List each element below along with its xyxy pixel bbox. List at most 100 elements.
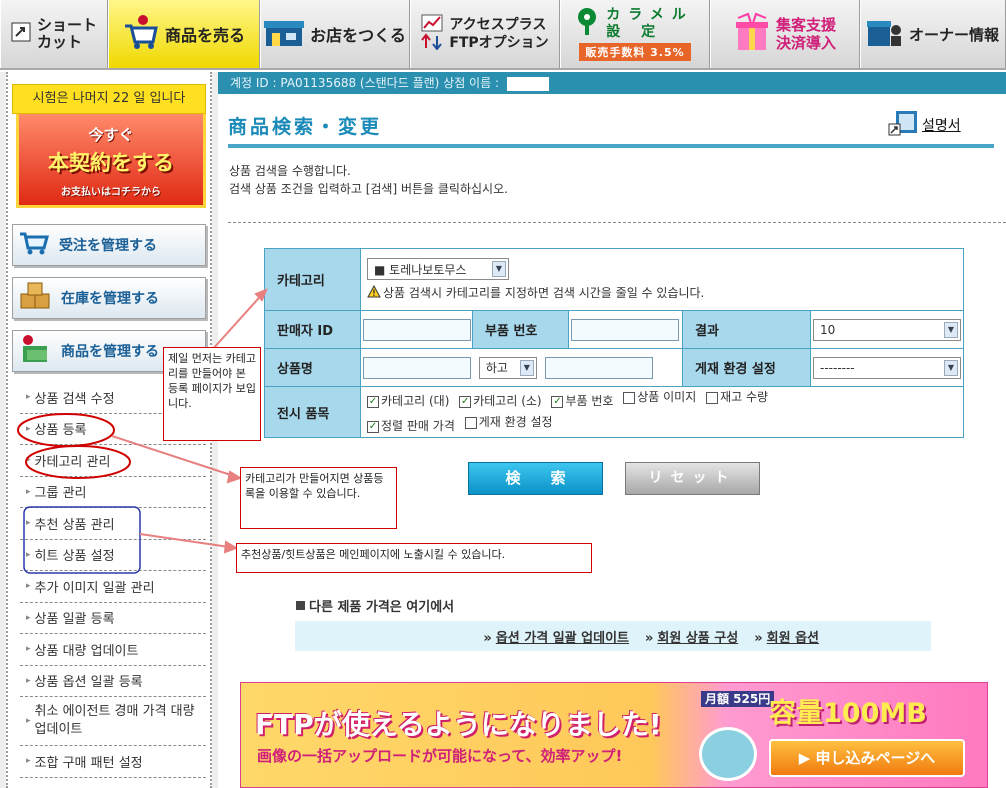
product-name-input-2[interactable] <box>544 356 653 379</box>
banner-capacity: 容量100MB <box>769 698 927 729</box>
page-title: 商品検索・変更 <box>228 116 383 138</box>
sidebar-item-bulk-register[interactable]: 상품 일괄 등록 <box>20 603 206 634</box>
category-warning-text: 상품 검색시 카테고리를 지정하면 검색 시간을 줄일 수 있습니다. <box>383 286 705 300</box>
title-underline <box>228 144 994 148</box>
banner-price: 月額 525円 <box>701 691 775 707</box>
nav-caramel-settings[interactable]: カラメル 設 定 販売手数料 3.5% <box>560 0 710 68</box>
checkbox-sort-price[interactable]: ✓ 정렬 판매 가격 <box>367 416 455 437</box>
sidebar-item-bulk-options[interactable]: 상품 옵션 일괄 등록 <box>20 666 206 697</box>
other-prices-title: 다른 제품 가격은 여기에서 <box>309 600 455 615</box>
nav-ftp-line2: FTPオプション <box>449 35 549 51</box>
link-member-product[interactable]: 회원 상품 구성 <box>645 627 738 646</box>
search-button[interactable]: 検索 <box>468 462 603 495</box>
checkbox-listing-env[interactable]: 게재 환경 설정 <box>464 412 553 433</box>
product-name-label: 상품명 <box>264 348 361 387</box>
sidebar-item-hit-product-settings[interactable]: 히트 상품 설정 <box>20 540 206 571</box>
annotation-recommended: 추천상품/힛트상품은 메인페이지에 노출시킬 수 있습니다. <box>236 543 592 573</box>
nav-build-shop[interactable]: お店をつくる <box>260 0 410 68</box>
seller-id-label: 판매자 ID <box>264 310 361 349</box>
storefront-icon <box>264 17 305 51</box>
owner-store-icon <box>866 16 903 52</box>
gift-box-icon <box>734 12 770 56</box>
checkbox-category-large[interactable]: ✓ 카테고리 (대) <box>367 391 449 412</box>
sidebar-item-recommended-manage[interactable]: 추천 상품 관리 <box>20 508 206 540</box>
contract-line3: お支払いはコチラから <box>61 187 161 198</box>
manage-stock-button[interactable]: 在庫を管理する <box>12 277 206 319</box>
nav-sell-products[interactable]: 商品を売る <box>108 0 260 68</box>
nav-owner-info[interactable]: オーナー情報 <box>860 0 1006 68</box>
category-label: 카테고리 <box>264 248 361 311</box>
annotation-product-register: 카테고리가 만들어지면 상품등록을 이용할 수 있습니다. <box>240 467 397 529</box>
part-number-input[interactable] <box>571 318 679 341</box>
and-or-select-value: 하고 <box>485 361 508 375</box>
nav-shop-label: お店をつくる <box>310 26 406 45</box>
results-select[interactable]: 10 ▼ <box>813 318 961 341</box>
manage-orders-button[interactable]: 受注を管理する <box>12 224 206 266</box>
link-option-price-update[interactable]: 옵션 가격 일괄 업데이트 <box>483 627 629 646</box>
sidebar-item-mass-update[interactable]: 상품 대량 업데이트 <box>20 634 206 666</box>
account-info: 계정 ID : PA01135688 (스탠다드 플랜) 상점 이름 : <box>230 76 499 90</box>
category-select-value: ■ 토레나보토무스 <box>374 262 467 277</box>
arrowhead-note2 <box>226 470 243 484</box>
nav-shortcut-line2: カット <box>36 33 82 51</box>
checkbox-product-image[interactable]: 상품 이미지 <box>623 387 696 408</box>
nav-ftp-option[interactable]: アクセスプラス FTPオプション <box>410 0 560 68</box>
account-bar: 계정 ID : PA01135688 (스탠다드 플랜) 상점 이름 : <box>218 72 1006 94</box>
nav-support-line1: 集客支援 <box>775 16 836 34</box>
mascot-icon <box>699 727 757 781</box>
checkbox-stock-quantity[interactable]: 재고 수량 <box>706 387 768 408</box>
contract-now-button[interactable]: 今すぐ 本契約をする お支払いはコチラから <box>16 114 206 208</box>
category-select[interactable]: ■ 토레나보토무스 ▼ <box>367 258 509 280</box>
seller-id-input[interactable] <box>363 318 471 341</box>
results-label: 결과 <box>682 310 811 349</box>
sidebar-item-combo-purchase[interactable]: 조합 구매 패턴 설정 <box>20 746 206 778</box>
manage-orders-label: 受注を管理する <box>59 238 157 254</box>
search-form: 카테고리 ■ 토레나보토무스 ▼ 상품 검색시 카테고리를 지정하면 검색 시간… <box>264 248 964 438</box>
shopping-cart-icon <box>123 14 159 54</box>
location-pin-icon <box>576 7 598 41</box>
and-or-select[interactable]: 하고 ▼ <box>478 356 537 379</box>
desc-line2: 검색 상품 조건을 입력하고 [검색] 버튼을 클릭하십시오. <box>229 182 508 196</box>
trial-remaining-banner: 시험은 나머지 22 일 입니다 <box>12 84 206 114</box>
manual-link[interactable]: 설명서 <box>888 110 961 140</box>
listing-env-select[interactable]: -------- ▼ <box>813 356 961 379</box>
other-prices-links: 옵션 가격 일괄 업데이트 회원 상품 구성 회원 옵션 <box>295 621 931 651</box>
checkbox-part-number[interactable]: ✓ 부품 번호 <box>551 391 613 412</box>
shortcut-icon <box>11 22 31 46</box>
link-member-option[interactable]: 회원 옵션 <box>754 627 819 646</box>
nav-owner-label: オーナー情報 <box>908 25 999 44</box>
nav-ftp-line1: アクセスプラス <box>449 17 547 33</box>
contract-line1: 今すぐ <box>88 126 134 144</box>
nav-marketing-support[interactable]: 集客支援 決済導入 <box>710 0 860 68</box>
boxes-icon <box>19 282 51 314</box>
chevron-down-icon: ▼ <box>492 261 506 277</box>
chevron-down-icon: ▼ <box>944 359 958 376</box>
section-divider <box>228 222 1006 223</box>
arrow-to-category-field <box>211 289 267 351</box>
sidebar-item-bulk-images[interactable]: 추가 이미지 일괄 관리 <box>20 571 206 603</box>
money-bag-icon <box>19 334 51 368</box>
banner-headline: FTPが使えるようになりました! <box>255 708 662 741</box>
page-description: 상품 검색을 수행합니다. 검색 상품 조건을 입력하고 [검색] 버튼을 클릭… <box>229 162 508 198</box>
nav-sell-label: 商品を売る <box>164 26 245 45</box>
sidebar-item-category-manage[interactable]: 카테고리 관리 <box>20 445 206 477</box>
product-submenu: 상품 검색 수정 상품 등록 카테고리 관리 그룹 관리 추천 상품 관리 히트… <box>20 382 206 778</box>
listing-env-label: 게재 환경 설정 <box>682 348 811 387</box>
chevron-down-icon: ▼ <box>944 321 958 338</box>
upload-chart-icon <box>421 14 443 55</box>
reset-button[interactable]: リセット <box>625 462 760 495</box>
desc-line1: 상품 검색을 수행합니다. <box>229 164 351 178</box>
checkbox-category-small[interactable]: ✓ 카테고리 (소) <box>459 391 542 412</box>
nav-caramel-line2: 設 定 <box>606 24 664 40</box>
cart-icon <box>19 230 49 260</box>
ftp-promo-banner[interactable]: FTPが使えるようになりました! 画像の一括アップロードが可能になって、効率アッ… <box>240 682 988 788</box>
product-name-input[interactable] <box>363 356 471 379</box>
annotation-category-first: 제일 먼저는 카테고리를 만들어야 본 등록 페이지가 보입니다. <box>163 347 261 441</box>
banner-apply-button[interactable]: ▶ 申し込みページへ <box>769 739 965 777</box>
banner-subline: 画像の一括アップロードが可能になって、効率アップ! <box>257 747 623 765</box>
sidebar-item-auction-price-update[interactable]: 취소 에이전트 경매 가격 대량 업데이트 <box>20 697 206 746</box>
nav-shortcut[interactable]: ショート カット <box>0 0 108 68</box>
sidebar-item-group-manage[interactable]: 그룹 관리 <box>20 477 206 508</box>
manual-label: 설명서 <box>922 118 961 134</box>
other-prices-heading: 다른 제품 가격은 여기에서 <box>296 596 454 615</box>
